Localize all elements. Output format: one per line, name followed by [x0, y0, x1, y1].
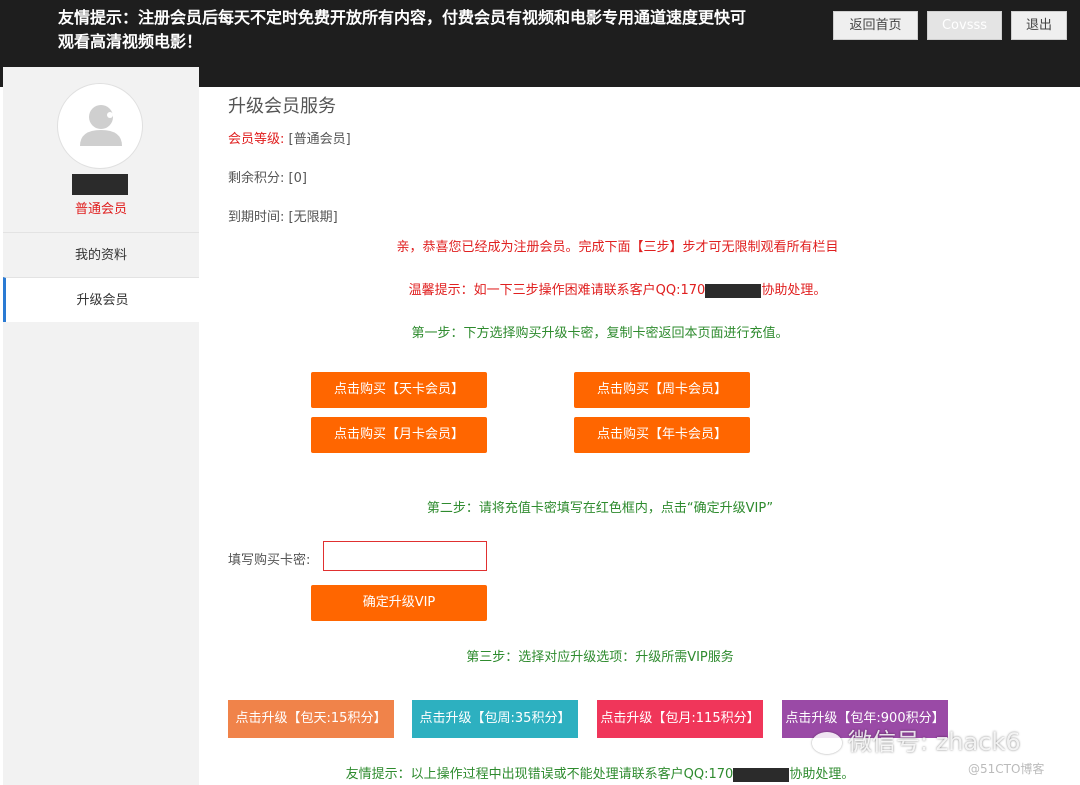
expire-key: 到期时间: [228, 210, 285, 225]
support-tip: 温馨提示：如一下三步操作困难请联系客户QQ:170 协助处理。 [200, 279, 1035, 298]
member-level-key: 会员等级: [228, 132, 285, 147]
buy-week-card-button[interactable]: 点击购买【周卡会员】 [574, 372, 750, 408]
username-redacted [72, 174, 128, 195]
points-row: 剩余积分: [0] [228, 167, 307, 186]
member-level-row: 会员等级: [普通会员] [228, 128, 351, 147]
source-watermark: @51CTO博客 [968, 762, 1045, 776]
upgrade-day-package-button[interactable]: 点击升级【包天:15积分】 [228, 700, 394, 738]
home-button[interactable]: 返回首页 [833, 11, 918, 40]
card-code-label: 填写购买卡密: [228, 553, 311, 568]
expire-row: 到期时间: [无限期] [228, 206, 338, 225]
step2-text: 第二步：请将充值卡密填写在红色框内，点击“确定升级VIP” [426, 501, 774, 516]
points-key: 剩余积分: [228, 171, 285, 186]
top-notice: 友情提示：注册会员后每天不定时免费开放所有内容，付费会员有视频和电影专用通道速度… [58, 8, 747, 51]
qq-redacted [705, 283, 762, 298]
page-title: 升级会员服务 [228, 96, 336, 117]
expire-value: [无限期] [288, 210, 338, 225]
support-tip-suffix: 协助处理。 [761, 283, 827, 298]
upgrade-week-package-button[interactable]: 点击升级【包周:35积分】 [412, 700, 578, 738]
upgrade-month-package-button[interactable]: 点击升级【包月:115积分】 [597, 700, 763, 738]
support-tip-prefix: 温馨提示：如一下三步操作困难请联系客户QQ:170 [408, 283, 706, 298]
buy-month-card-button[interactable]: 点击购买【月卡会员】 [311, 417, 487, 453]
profile-card: 普通会员 [3, 67, 199, 232]
sidebar-item-upgrade[interactable]: 升级会员 [3, 277, 199, 322]
card-code-input[interactable] [323, 541, 487, 571]
confirm-upgrade-button[interactable]: 确定升级VIP [311, 585, 487, 621]
points-value: [0] [288, 171, 307, 186]
logout-button[interactable]: 退出 [1011, 11, 1067, 40]
step3-text: 第三步：选择对应升级选项：升级所需VIP服务 [466, 650, 734, 665]
user-avatar-icon [80, 105, 122, 146]
avatar [57, 83, 143, 169]
sidebar: 普通会员 我的资料 升级会员 [3, 67, 199, 785]
wechat-watermark: 微信号: zhack6 [812, 722, 1021, 757]
username-button[interactable]: Covsss [927, 11, 1002, 40]
footer-tip-suffix: 协助处理。 [789, 767, 855, 782]
buy-day-card-button[interactable]: 点击购买【天卡会员】 [311, 372, 487, 408]
footer-qq-redacted [733, 767, 790, 782]
member-level-value: [普通会员] [288, 132, 351, 147]
footer-tip-prefix: 友情提示：以上操作过程中出现错误或不能处理请联系客户QQ:170 [345, 767, 734, 782]
member-level-label: 普通会员 [74, 202, 127, 217]
step1-text: 第一步：下方选择购买升级卡密，复制卡密返回本页面进行充值。 [411, 326, 789, 341]
buy-year-card-button[interactable]: 点击购买【年卡会员】 [574, 417, 750, 453]
sidebar-item-profile[interactable]: 我的资料 [3, 232, 199, 277]
footer-tip: 友情提示：以上操作过程中出现错误或不能处理请联系客户QQ:170 协助处理。 [200, 763, 1000, 782]
watermark-text: 微信号: zhack6 [848, 728, 1021, 756]
congrats-text: 亲，恭喜您已经成为注册会员。完成下面【三步】步才可无限制观看所有栏目 [396, 240, 839, 255]
wechat-icon [812, 732, 842, 754]
